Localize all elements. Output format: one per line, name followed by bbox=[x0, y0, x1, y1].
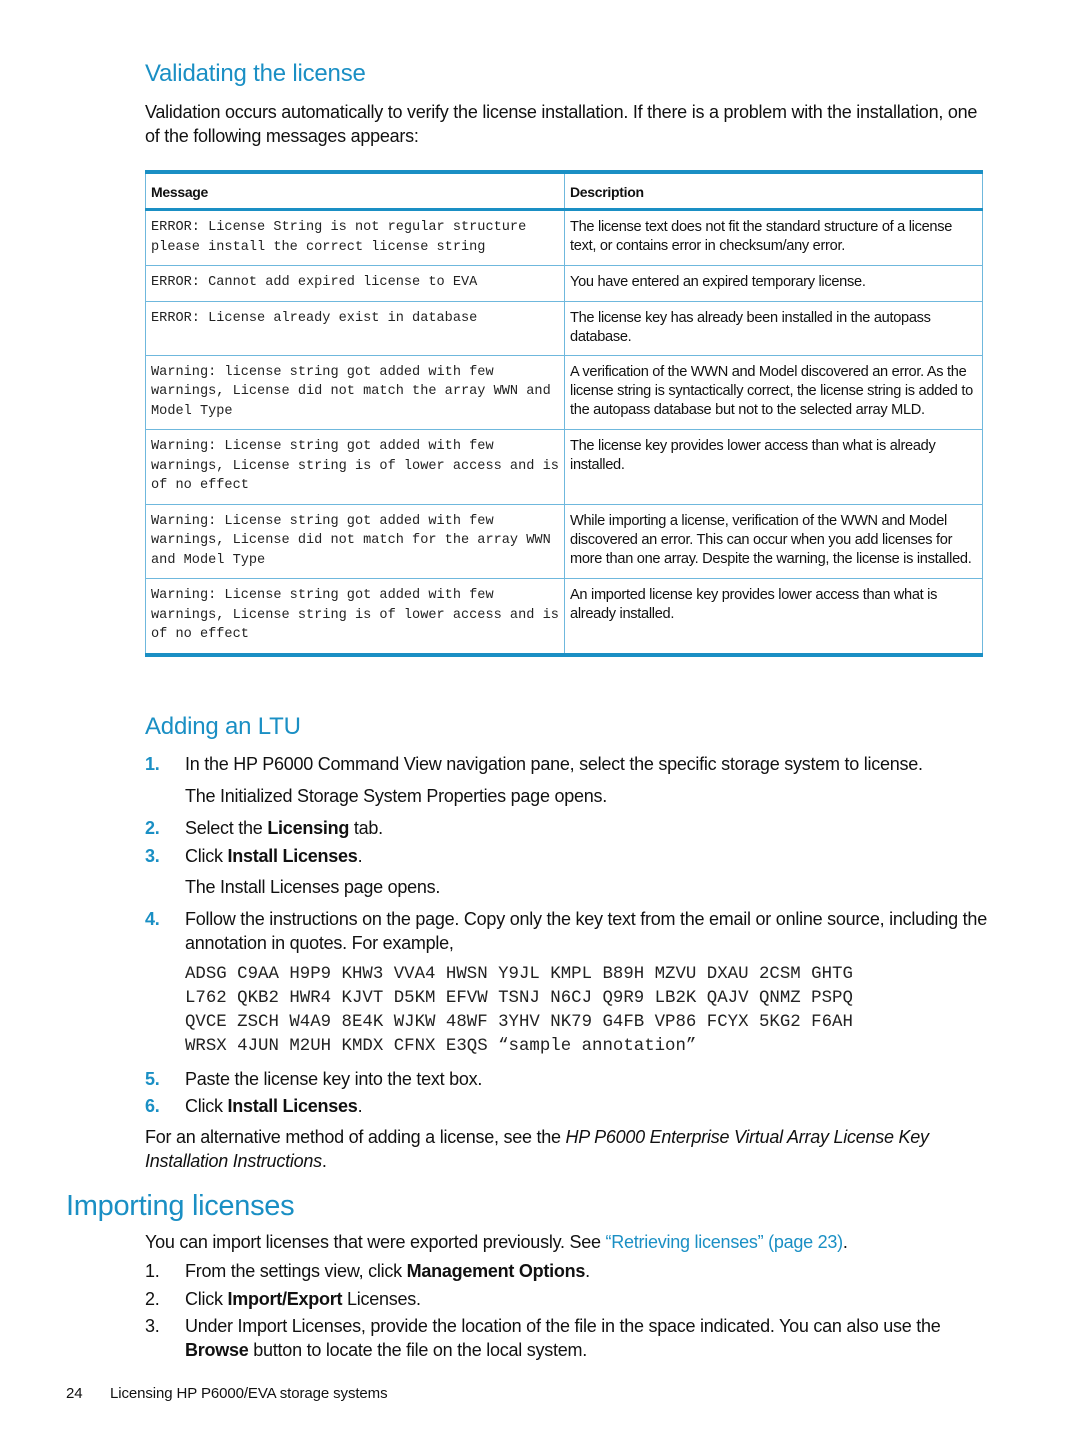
step-text-pre: Under Import Licenses, provide the locat… bbox=[185, 1316, 941, 1336]
ui-label-browse: Browse bbox=[185, 1340, 249, 1360]
step-number: 3. bbox=[145, 1316, 160, 1336]
table-row: Warning: license string got added with f… bbox=[145, 355, 983, 430]
description-cell: A verification of the WWN and Model disc… bbox=[564, 355, 983, 430]
description-cell: The license key has already been install… bbox=[564, 301, 983, 356]
ui-label-install-licenses: Install Licenses bbox=[227, 1096, 358, 1116]
intro-text-post: . bbox=[842, 1232, 848, 1252]
table-row: ERROR: Cannot add expired license to EVA… bbox=[145, 265, 983, 302]
license-key-line: WRSX 4JUN M2UH KMDX CFNX E3QS “sample an… bbox=[185, 1037, 697, 1056]
column-header-message: Message bbox=[145, 172, 565, 211]
message-cell: ERROR: License String is not regular str… bbox=[145, 209, 565, 266]
alternative-method-note: For an alternative method of adding a li… bbox=[145, 1125, 990, 1173]
message-cell: Warning: license string got added with f… bbox=[145, 355, 565, 430]
note-text-post: . bbox=[321, 1151, 327, 1171]
validating-intro: Validation occurs automatically to verif… bbox=[145, 102, 978, 146]
step-number: 2. bbox=[145, 818, 160, 838]
column-header-description: Description bbox=[564, 172, 983, 211]
importing-intro: You can import licenses that were export… bbox=[145, 1230, 990, 1254]
description-cell: An imported license key provides lower a… bbox=[564, 578, 983, 655]
step-text: Follow the instructions on the page. Cop… bbox=[185, 909, 987, 953]
message-cell: ERROR: License already exist in database bbox=[145, 301, 565, 356]
step-number: 5. bbox=[145, 1069, 160, 1089]
step-text: Under Import Licenses, provide the locat… bbox=[185, 1314, 990, 1362]
license-key-line: L762 QKB2 HWR4 KJVT D5KM EFVW TSNJ N6CJ … bbox=[185, 989, 853, 1008]
table-row: Warning: License string got added with f… bbox=[145, 578, 983, 655]
step-text: Click Install Licenses. bbox=[185, 1094, 990, 1118]
ui-label-licensing: Licensing bbox=[267, 818, 350, 838]
message-cell: Warning: License string got added with f… bbox=[145, 578, 565, 655]
table-header-row: Message Description bbox=[145, 172, 983, 211]
step-text-pre: From the settings view, click bbox=[185, 1261, 407, 1281]
step-text-post: . bbox=[585, 1261, 590, 1281]
document-page: Validating the license Validation occurs… bbox=[0, 0, 1080, 1438]
step-number: 3. bbox=[145, 846, 160, 866]
step-text-post: . bbox=[357, 1096, 363, 1116]
step-1-result: The Initialized Storage System Propertie… bbox=[185, 786, 607, 806]
section-title-adding-ltu: Adding an LTU bbox=[145, 713, 301, 740]
note-text-pre: For an alternative method of adding a li… bbox=[145, 1127, 566, 1147]
retrieving-licenses-link[interactable]: “Retrieving licenses” (page 23) bbox=[606, 1232, 844, 1252]
step-number: 2. bbox=[145, 1289, 160, 1309]
description-cell: The license text does not fit the standa… bbox=[564, 209, 983, 266]
step-text-post: Licenses. bbox=[342, 1289, 421, 1309]
step-text-post: button to locate the file on the local s… bbox=[248, 1340, 587, 1360]
step-text-pre: Click bbox=[185, 1289, 228, 1309]
step-text: From the settings view, click Management… bbox=[185, 1259, 990, 1283]
ui-label-management-options: Management Options bbox=[406, 1261, 586, 1281]
message-cell: ERROR: Cannot add expired license to EVA bbox=[145, 265, 565, 302]
step-text-post: . bbox=[357, 846, 363, 866]
table-row: Warning: License string got added with f… bbox=[145, 429, 983, 505]
description-cell: While importing a license, verification … bbox=[564, 504, 983, 579]
page-number: 24 bbox=[66, 1385, 83, 1402]
chapter-title: Licensing HP P6000/EVA storage systems bbox=[110, 1385, 388, 1402]
message-cell: Warning: License string got added with f… bbox=[145, 504, 565, 579]
step-number: 4. bbox=[145, 909, 160, 929]
step-3-result: The Install Licenses page opens. bbox=[185, 877, 441, 897]
step-number: 1. bbox=[145, 1261, 160, 1281]
step-text-pre: Select the bbox=[185, 818, 268, 838]
table-row: ERROR: License String is not regular str… bbox=[145, 209, 983, 266]
message-cell: Warning: License string got added with f… bbox=[145, 429, 565, 505]
description-cell: You have entered an expired temporary li… bbox=[564, 265, 983, 302]
ui-label-install-licenses: Install Licenses bbox=[227, 846, 358, 866]
messages-table: Message Description ERROR: License Strin… bbox=[145, 170, 983, 657]
step-text-pre: Click bbox=[185, 846, 228, 866]
step-text-pre: Click bbox=[185, 1096, 228, 1116]
license-key-line: QVCE ZSCH W4A9 8E4K WJKW 48WF 3YHV NK79 … bbox=[185, 1013, 853, 1032]
section-title-importing: Importing licenses bbox=[66, 1190, 295, 1222]
step-number: 1. bbox=[145, 754, 160, 774]
step-text: Click Install Licenses. bbox=[185, 844, 990, 868]
description-cell: The license key provides lower access th… bbox=[564, 429, 983, 505]
section-title-validating: Validating the license bbox=[145, 60, 366, 87]
table-row: ERROR: License already exist in database… bbox=[145, 301, 983, 356]
step-text: In the HP P6000 Command View navigation … bbox=[185, 754, 923, 774]
license-key-line: ADSG C9AA H9P9 KHW3 VVA4 HWSN Y9JL KMPL … bbox=[185, 965, 853, 984]
step-text-post: tab. bbox=[349, 818, 383, 838]
step-text: Click Import/Export Licenses. bbox=[185, 1287, 990, 1311]
step-number: 6. bbox=[145, 1096, 160, 1116]
step-text: Select the Licensing tab. bbox=[185, 816, 990, 840]
page-footer: 24 Licensing HP P6000/EVA storage systems bbox=[66, 1385, 388, 1402]
step-text: Paste the license key into the text box. bbox=[185, 1069, 483, 1089]
ui-label-import-export: Import/Export bbox=[227, 1289, 343, 1309]
table-row: Warning: License string got added with f… bbox=[145, 504, 983, 579]
intro-text-pre: You can import licenses that were export… bbox=[145, 1232, 606, 1252]
